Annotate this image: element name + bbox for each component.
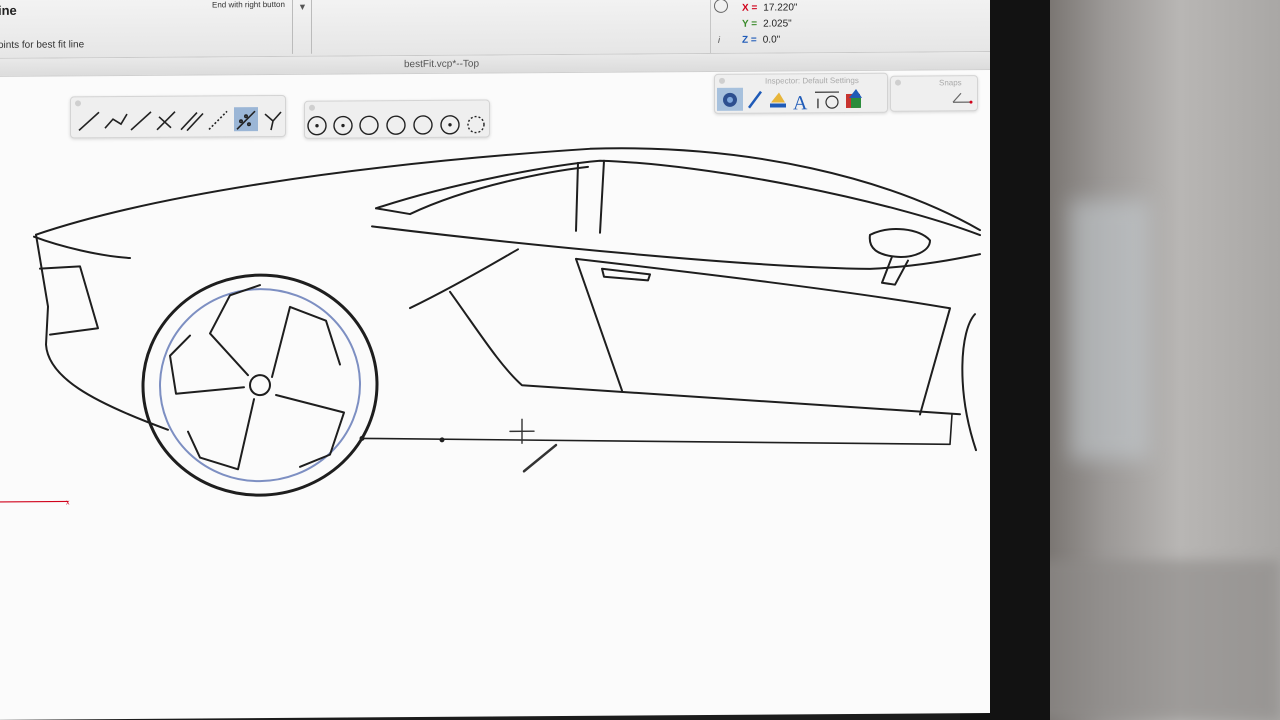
headlight-outline <box>39 265 99 336</box>
a-pillar-line <box>575 161 579 232</box>
background-window <box>1070 200 1150 460</box>
info-icon[interactable]: i <box>718 35 720 45</box>
command-prompt-bar: ine End with right button ▼ oints for be… <box>0 0 990 59</box>
target-icon[interactable] <box>714 0 728 13</box>
prompt-dropdown[interactable]: ▼ <box>292 0 312 54</box>
drawing-canvas[interactable]: x <box>0 70 990 720</box>
b-pillar-line <box>599 159 605 234</box>
crosshair-cursor <box>509 418 558 473</box>
pick-point <box>359 435 365 441</box>
y-value: 2.025" <box>763 18 792 30</box>
prompt-subtitle: oints for best fit line <box>0 39 85 51</box>
app-screen: ine End with right button ▼ oints for be… <box>0 0 990 720</box>
x-label: X = <box>742 2 758 14</box>
prompt-title: ine <box>0 2 17 18</box>
hood-line <box>33 235 131 260</box>
wheel-hub <box>249 374 271 397</box>
background-floor <box>1030 560 1280 720</box>
x-coordinate: X = 17.220" <box>742 2 797 13</box>
y-coordinate: Y = 2.025" <box>742 18 792 29</box>
door-handle <box>601 267 651 282</box>
chevron-down-icon: ▼ <box>298 1 307 12</box>
front-fender-line <box>409 248 519 310</box>
blurred-background <box>1030 0 1280 720</box>
x-axis-end-icon: x <box>66 499 70 506</box>
document-title: bestFit.vcp*--Top <box>404 58 480 71</box>
z-value: 0.0" <box>762 34 781 46</box>
front-tire-outer <box>141 273 379 497</box>
pick-point <box>439 437 445 443</box>
topbar-divider <box>710 0 711 53</box>
rocker-line <box>361 413 953 446</box>
sill-upper-line <box>449 290 961 416</box>
roof-line <box>35 147 981 236</box>
window-top-line <box>375 159 981 237</box>
z-coordinate: Z = 0.0" <box>742 34 780 45</box>
z-label: Z = <box>742 34 757 46</box>
prompt-end-hint: End with right button <box>212 0 285 10</box>
y-label: Y = <box>742 18 758 30</box>
front-bumper-line <box>35 233 169 431</box>
mirror-stalk <box>881 255 909 286</box>
x-axis-indicator <box>0 500 68 503</box>
side-mirror <box>868 228 931 258</box>
windshield-line <box>375 165 589 216</box>
x-value: 17.220" <box>763 2 798 14</box>
rear-wheel-arc <box>961 313 977 452</box>
